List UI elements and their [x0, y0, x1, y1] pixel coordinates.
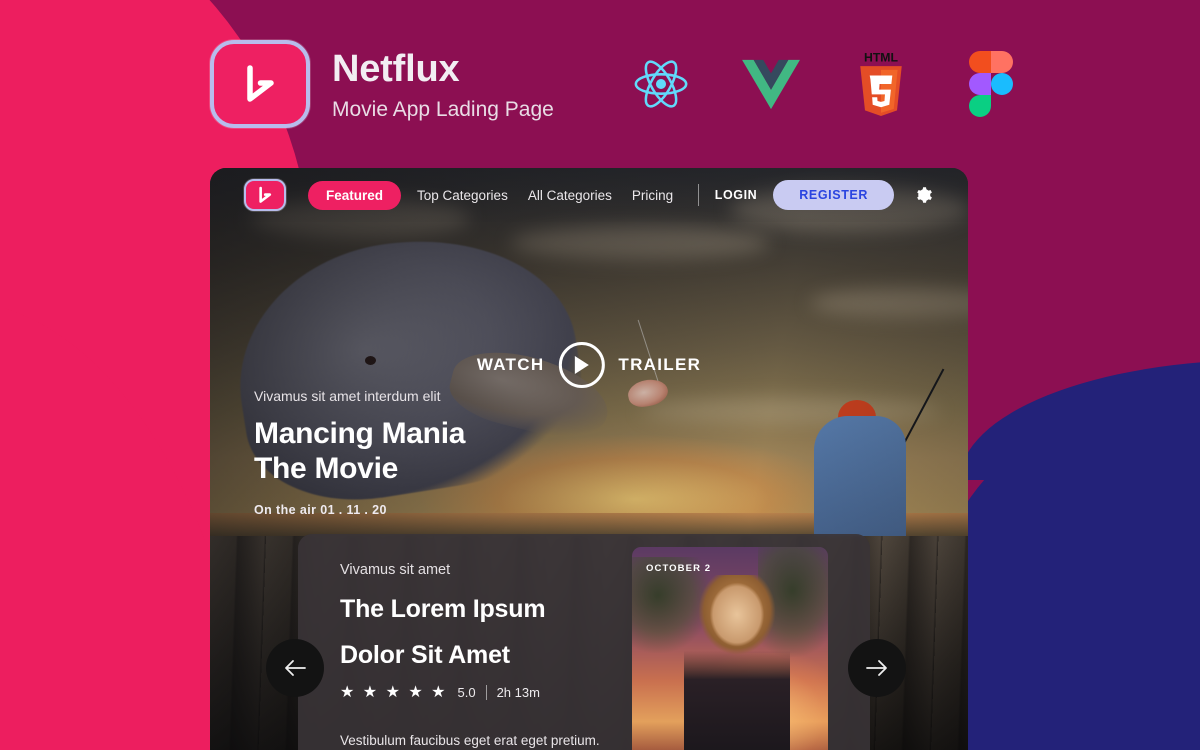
carousel-next-button[interactable] [848, 639, 906, 697]
navbar-logo-icon[interactable] [244, 179, 286, 211]
featured-meta-row: ★ ★ ★ ★ ★ 5.0 2h 13m [340, 682, 628, 702]
navbar-links: Featured Top Categories All Categories P… [308, 180, 677, 210]
gear-icon[interactable] [910, 183, 934, 207]
carousel-prev-button[interactable] [266, 639, 324, 697]
featured-movie-card[interactable]: Vivamus sit amet The Lorem Ipsum Dolor S… [298, 534, 870, 750]
trailer-label: TRAILER [618, 355, 702, 374]
nav-item-featured[interactable]: Featured [308, 180, 402, 210]
arrow-left-icon [285, 660, 306, 676]
hero-kicker: Vivamus sit amet interdum elit [254, 388, 441, 404]
poster-canvas: Netflux Movie App Lading Page HTML Featu… [0, 0, 1200, 750]
featured-title-line-1: The Lorem Ipsum [340, 595, 546, 623]
nav-item-all-categories[interactable]: All Categories [524, 181, 616, 210]
hero-title-line-1: Mancing Mania [254, 417, 466, 450]
netflux-logo-mark-icon [210, 40, 310, 128]
nav-item-top-categories[interactable]: Top Categories [413, 181, 512, 210]
navbar-actions: LOGIN REGISTER [697, 180, 934, 210]
html5-icon: HTML [848, 51, 914, 117]
featured-kicker: Vivamus sit amet [340, 562, 451, 578]
react-icon [628, 51, 694, 117]
rating-value: 5.0 [457, 684, 476, 700]
nav-item-pricing[interactable]: Pricing [628, 181, 677, 210]
arrow-right-icon [866, 660, 887, 676]
register-button[interactable]: REGISTER [773, 180, 894, 210]
figma-icon [958, 51, 1024, 117]
background-blue-blob-top [960, 360, 1200, 480]
brand-text: Netflux Movie App Lading Page [332, 46, 554, 123]
movie-poster[interactable]: OCTOBER 2 [632, 547, 828, 750]
meta-divider [485, 684, 487, 700]
rating-stars-icon: ★ ★ ★ ★ ★ [340, 684, 448, 701]
duration-value: 2h 13m [496, 684, 540, 700]
hero-on-air-date: On the air 01 . 11 . 20 [254, 502, 387, 517]
poster-character [684, 575, 790, 750]
page-title: Netflux [332, 47, 460, 90]
brand-block: Netflux Movie App Lading Page [210, 40, 554, 128]
vue-icon [738, 51, 804, 117]
featured-title-line-2: Dolor Sit Amet [340, 641, 510, 669]
app-mockup-panel: Featured Top Categories All Categories P… [210, 168, 968, 750]
watch-trailer-button[interactable]: WATCH TRAILER [477, 342, 701, 388]
watch-label: WATCH [476, 355, 545, 374]
featured-card-text: Vivamus sit amet The Lorem Ipsum Dolor S… [298, 534, 628, 750]
login-button[interactable]: LOGIN [715, 188, 758, 202]
hero-title-line-2: The Movie [254, 452, 398, 486]
poster-release-date: OCTOBER 2 [646, 563, 712, 574]
featured-description: Vestibulum faucibus eget erat eget preti… [340, 733, 600, 748]
poster-header: Netflux Movie App Lading Page HTML [0, 0, 1200, 168]
page-subtitle: Movie App Lading Page [332, 98, 554, 122]
tech-stack-icons: HTML [628, 51, 1024, 117]
navbar-divider [697, 184, 699, 206]
app-navbar: Featured Top Categories All Categories P… [210, 168, 968, 222]
svg-text:HTML: HTML [864, 51, 899, 64]
hero-copy-block: Vivamus sit amet interdum elit Mancing M… [254, 388, 465, 517]
play-icon[interactable] [558, 342, 605, 388]
